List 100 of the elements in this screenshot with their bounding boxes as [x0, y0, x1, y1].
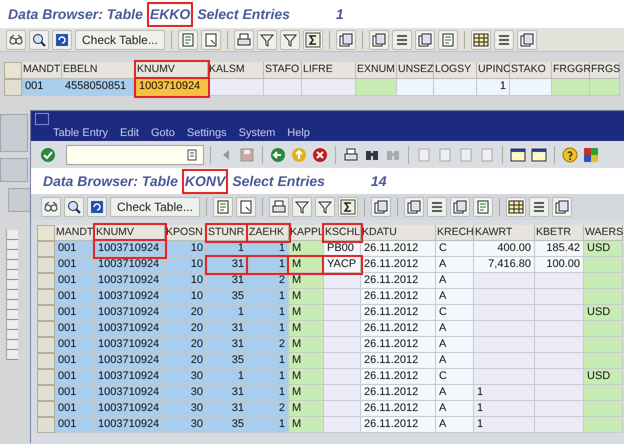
document-icon[interactable] [438, 30, 458, 50]
title-text: Data Browser: Table [43, 172, 178, 190]
window-menu-icon[interactable] [35, 113, 49, 124]
table-cell: A [436, 289, 474, 305]
cancel-icon[interactable] [311, 146, 329, 164]
table-cell: M [289, 321, 324, 337]
menu-item[interactable]: Help [287, 124, 310, 141]
printer-icon[interactable] [342, 146, 360, 164]
table-cell: 4558050851 [62, 79, 136, 96]
column-header[interactable]: UPINC [477, 62, 510, 79]
grid-icon[interactable] [506, 197, 526, 217]
menu-item[interactable]: Settings [186, 124, 227, 141]
table-cell: C [436, 241, 474, 257]
column-header[interactable]: KBETR [535, 225, 584, 241]
table-cell: 35 [207, 417, 248, 433]
document-icon[interactable] [472, 197, 493, 217]
column-header[interactable]: STAFO [264, 62, 302, 79]
menu-item[interactable]: Goto [151, 124, 175, 141]
glasses-icon[interactable] [41, 197, 61, 217]
table-cell: 1 [248, 369, 289, 385]
table-cell [590, 79, 620, 96]
pages-icon[interactable] [368, 30, 389, 50]
column-header[interactable]: KRECH [436, 225, 474, 241]
printer-icon[interactable] [234, 30, 254, 50]
pages-icon[interactable] [404, 197, 424, 217]
document-icon[interactable] [212, 197, 233, 217]
entry-count: 1 [336, 4, 344, 24]
column-header[interactable]: WAERS [584, 225, 623, 241]
column-header[interactable]: KPOSN [165, 225, 207, 241]
check-table-button[interactable]: Check Table... [110, 197, 200, 217]
table-cell [584, 289, 623, 305]
column-header[interactable]: KAWRT [474, 225, 535, 241]
check-circle-icon[interactable] [39, 146, 57, 164]
magnifier-icon[interactable] [64, 197, 84, 217]
list-icon[interactable] [528, 197, 549, 217]
entry-count: 14 [370, 172, 386, 190]
column-header[interactable]: STAKO [510, 62, 552, 79]
column-header[interactable]: EBELN [62, 62, 136, 79]
column-header[interactable]: KALSM [208, 62, 264, 79]
column-header[interactable]: LOGSY [434, 62, 477, 79]
table-cell: 1003710924 [95, 369, 165, 385]
help-icon[interactable] [561, 146, 579, 164]
grid-icon[interactable] [470, 30, 491, 50]
pages-icon[interactable] [414, 30, 435, 50]
document-icon[interactable] [178, 30, 198, 50]
refresh-icon[interactable] [52, 30, 72, 50]
pages-icon[interactable] [552, 197, 572, 217]
table-cell: 001 [55, 321, 95, 337]
pages-icon[interactable] [336, 30, 356, 50]
column-header[interactable]: STUNR [207, 225, 248, 241]
pages-icon[interactable] [370, 197, 391, 217]
magnifier-icon[interactable] [29, 30, 49, 50]
column-header[interactable]: EXNUM [356, 62, 397, 79]
table-name: KONV [184, 170, 226, 192]
list-icon[interactable] [494, 30, 514, 50]
glasses-icon[interactable] [6, 30, 26, 50]
table-cell: 26.11.2012 [361, 401, 436, 417]
table-cell: C [436, 305, 474, 321]
column-header[interactable]: KSCHL [324, 225, 361, 241]
palette-icon[interactable] [582, 146, 600, 164]
sigma-icon[interactable] [302, 30, 323, 50]
refresh-icon[interactable] [87, 197, 107, 217]
column-header[interactable]: MANDT [55, 225, 95, 241]
window-icon[interactable] [509, 146, 527, 164]
column-header[interactable]: KDATU [361, 225, 436, 241]
table-cell: 10 [165, 257, 207, 273]
command-field[interactable] [66, 144, 204, 164]
table-cell: M [289, 385, 324, 401]
menu-item[interactable]: System [238, 124, 276, 141]
funnel-icon[interactable] [280, 30, 300, 50]
table-cell: M [289, 289, 324, 305]
funnel-icon[interactable] [314, 197, 335, 217]
table-cell: 001 [55, 353, 95, 369]
masked-cell: 1 [474, 417, 535, 433]
table-cell: 1 [248, 353, 289, 369]
menu-item[interactable]: Table Entry [53, 124, 108, 141]
column-header[interactable]: LIFRE [302, 62, 356, 79]
column-header[interactable]: MANDT [22, 62, 62, 79]
funnel-icon[interactable] [256, 30, 277, 50]
check-table-button[interactable]: Check Table... [75, 30, 165, 50]
table-cell: 10 [165, 241, 207, 257]
menu-item[interactable]: Edit [120, 124, 139, 141]
table-cell: 30 [165, 369, 207, 385]
pages-icon[interactable] [516, 30, 537, 50]
table-cell: 30 [165, 401, 207, 417]
list-icon[interactable] [426, 197, 447, 217]
column-header[interactable]: UNSEZ [397, 62, 434, 79]
list-icon[interactable] [392, 30, 412, 50]
table-cell: 001 [55, 273, 95, 289]
column-header[interactable]: FRGGR [552, 62, 590, 79]
table-cell: 1003710924 [95, 385, 165, 401]
pages-icon[interactable] [450, 197, 470, 217]
column-header[interactable]: FRGS [590, 62, 620, 79]
table-cell: M [289, 353, 324, 369]
window-icon[interactable] [530, 146, 548, 164]
table-cell [584, 401, 623, 417]
printer-icon[interactable] [268, 197, 289, 217]
column-header[interactable]: ZAEHK [248, 225, 289, 241]
funnel-icon[interactable] [292, 197, 312, 217]
sigma-icon[interactable] [338, 197, 358, 217]
